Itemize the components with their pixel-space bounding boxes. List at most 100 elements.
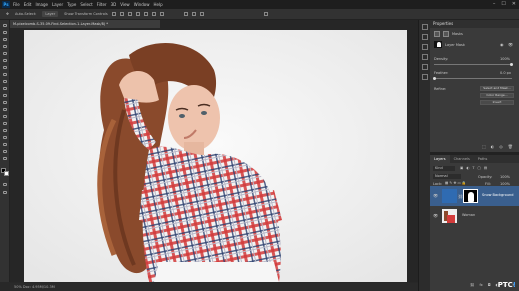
layer-filter-dropdown[interactable]: Kind [433,166,455,171]
load-selection-icon[interactable]: ⬚ [482,144,486,149]
apply-mask-icon[interactable]: ◉ [500,42,504,47]
auto-select-checkbox-label[interactable]: Auto-Select: [15,12,36,16]
density-value[interactable]: 100% [500,57,510,61]
3d-mode-icon[interactable] [183,12,188,16]
visibility-icon[interactable]: ◎ [499,144,503,149]
blur-tool-button[interactable] [2,107,8,112]
menu-file[interactable]: File [13,2,20,7]
tab-layers[interactable]: Layers [430,155,450,163]
tab-channels[interactable]: Channels [450,155,474,163]
align-center-icon[interactable] [119,12,124,16]
align-bottom-icon[interactable] [151,12,156,16]
eyedropper-tool-button[interactable] [2,58,8,63]
feather-slider-handle[interactable] [433,77,436,80]
quick-select-tool-button[interactable] [2,44,8,49]
filter-smart-icon[interactable]: ▤ [484,166,487,170]
lasso-tool-button[interactable] [2,37,8,42]
layer-row-snow-background[interactable]: 👁 ⛓ Snow Background [430,186,519,206]
maximize-button[interactable]: ☐ [501,1,505,7]
layer-row-woman[interactable]: 👁 Woman [430,206,519,226]
hand-tool-button[interactable] [2,149,8,154]
menu-edit[interactable]: Edit [24,2,32,7]
distribute-icon[interactable] [159,12,164,16]
eraser-tool-button[interactable] [2,93,8,98]
quick-mask-button[interactable] [2,182,8,187]
show-transform-controls-checkbox[interactable]: Show Transform Controls [64,12,108,16]
history-brush-tool-button[interactable] [2,86,8,91]
select-and-mask-button[interactable]: Select and Mask... [480,86,514,91]
menu-image[interactable]: Image [35,2,48,7]
filter-type-icon[interactable]: T [472,166,474,170]
menu-3d[interactable]: 3D [111,2,117,7]
align-top-icon[interactable] [135,12,140,16]
link-layers-icon[interactable]: ⛓ [470,283,474,287]
3d-rotate-icon[interactable] [191,12,196,16]
auto-select-dropdown[interactable]: Layer [42,11,59,17]
adjustments-icon[interactable] [422,54,428,60]
layer-mask-thumbnail[interactable] [463,189,478,203]
disable-mask-icon[interactable]: 👁 [508,42,513,47]
visibility-eye-icon[interactable]: 👁 [433,213,438,218]
menu-help[interactable]: Help [153,2,162,7]
visibility-eye-icon[interactable]: 👁 [433,193,438,198]
close-button[interactable]: ✕ [512,1,516,7]
path-select-tool-button[interactable] [2,135,8,140]
color-range-button[interactable]: Color Range... [480,93,514,98]
swatches-icon[interactable] [422,64,428,70]
trash-icon[interactable]: 🗑 [508,144,513,149]
filter-pixel-icon[interactable]: ▣ [460,166,463,170]
move-tool-icon[interactable]: ✥ [6,12,9,16]
screen-mode-button[interactable] [2,190,8,195]
healing-tool-button[interactable] [2,65,8,70]
zoom-tool-button[interactable] [2,156,8,161]
3d-pan-icon[interactable] [199,12,204,16]
menu-type[interactable]: Type [67,2,76,7]
add-mask-icon[interactable]: ◘ [488,283,491,287]
brush-tool-button[interactable] [2,72,8,77]
density-slider-handle[interactable] [510,63,513,66]
menu-layer[interactable]: Layer [52,2,63,7]
shape-tool-button[interactable] [2,142,8,147]
clone-stamp-tool-button[interactable] [2,79,8,84]
menu-view[interactable]: View [120,2,130,7]
gradient-tool-button[interactable] [2,100,8,105]
blend-mode-dropdown[interactable]: Normal [433,174,461,179]
minimize-button[interactable]: – [493,1,496,7]
pixel-mask-icon[interactable] [434,31,440,37]
vector-mask-icon[interactable] [443,31,449,37]
fx-icon[interactable]: fx [479,283,482,287]
image-canvas[interactable] [24,30,407,282]
menu-select[interactable]: Select [80,2,92,7]
brush-settings-icon[interactable] [422,44,428,50]
feather-slider[interactable] [434,78,512,79]
pen-tool-button[interactable] [2,121,8,126]
history-icon[interactable] [422,24,428,30]
marquee-tool-button[interactable] [2,30,8,35]
move-tool-button[interactable] [2,23,8,28]
libraries-icon[interactable] [422,74,428,80]
type-tool-button[interactable] [2,128,8,133]
document-tab[interactable]: M-pixelcomb-S-35.09-Find-Selection-1-Lay… [10,20,160,28]
invert-button[interactable]: Invert [480,100,514,105]
align-left-icon[interactable] [111,12,116,16]
lock-icons[interactable]: ▦ ✎ ✥ ▭ 🔒 [445,181,466,185]
layer-name[interactable]: Woman [462,213,475,217]
crop-tool-button[interactable] [2,51,8,56]
workspace-icon[interactable] [263,12,268,16]
density-slider[interactable] [434,64,512,65]
align-right-icon[interactable] [127,12,132,16]
dodge-tool-button[interactable] [2,114,8,119]
menu-window[interactable]: Window [134,2,150,7]
menu-filter[interactable]: Filter [97,2,107,7]
feather-value[interactable]: 0.0 px [500,71,511,75]
apply-icon[interactable]: ◐ [491,144,495,149]
layer-name[interactable]: Snow Background [482,193,513,197]
filter-adjustment-icon[interactable]: ◐ [466,166,469,170]
refine-label: Refine: [434,87,447,91]
opacity-value[interactable]: 100% [500,175,510,179]
background-color-swatch[interactable] [4,171,9,176]
filter-shape-icon[interactable]: ▢ [478,166,481,170]
align-middle-icon[interactable] [143,12,148,16]
tab-paths[interactable]: Paths [474,155,492,163]
properties-icon[interactable] [422,34,428,40]
